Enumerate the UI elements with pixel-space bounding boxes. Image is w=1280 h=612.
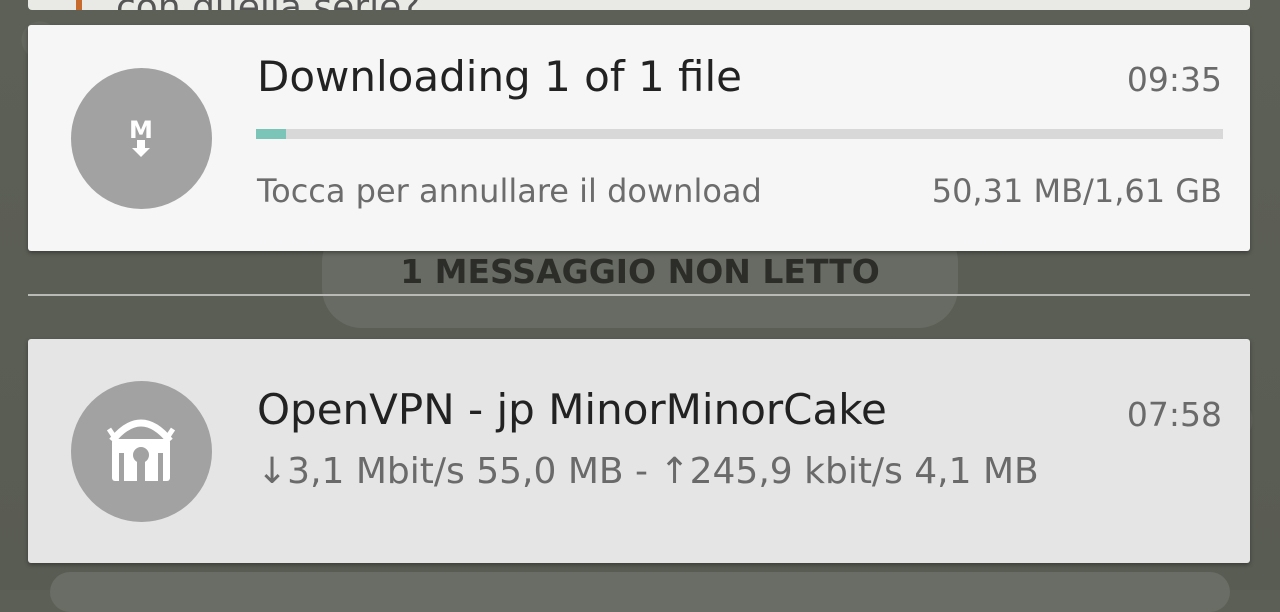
- download-progress-bar: [256, 129, 1223, 139]
- notification-divider: [28, 294, 1250, 296]
- svg-text:M: M: [129, 116, 153, 144]
- openvpn-icon: [71, 381, 212, 522]
- download-time: 09:35: [1126, 60, 1222, 99]
- download-size: 50,31 MB/1,61 GB: [931, 172, 1222, 210]
- download-notification[interactable]: M Downloading 1 of 1 file 09:35 Tocca pe…: [28, 25, 1250, 251]
- vpn-title: OpenVPN - jp MinorMinorCake: [257, 385, 887, 434]
- reply-quote-bar: [76, 0, 82, 10]
- mega-download-icon: M: [71, 68, 212, 209]
- cancel-download-hint[interactable]: Tocca per annullare il download: [257, 171, 762, 211]
- download-title: Downloading 1 of 1 file: [257, 52, 743, 101]
- chat-input-bar[interactable]: [50, 572, 1230, 612]
- download-progress-fill: [256, 129, 286, 139]
- chat-message-bubble: con quella serie?: [28, 0, 1250, 10]
- vpn-time: 07:58: [1126, 395, 1222, 434]
- vpn-traffic-stats: ↓3,1 Mbit/s 55,0 MB - ↑245,9 kbit/s 4,1 …: [257, 451, 1039, 492]
- chat-message-text: con quella serie?: [116, 0, 420, 10]
- unread-messages-label: 1 MESSAGGIO NON LETTO: [400, 252, 880, 291]
- openvpn-notification[interactable]: OpenVPN - jp MinorMinorCake 07:58 ↓3,1 M…: [28, 339, 1250, 563]
